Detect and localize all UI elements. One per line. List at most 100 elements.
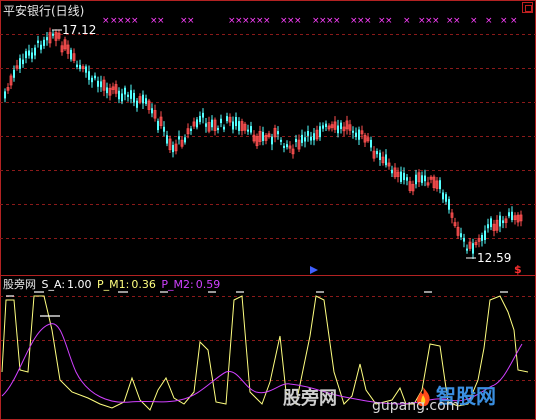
candle-body	[355, 132, 357, 138]
pm2-label: P_M2:	[161, 278, 194, 291]
candle-body	[421, 175, 423, 183]
candle-body	[415, 174, 417, 185]
candle-body	[106, 87, 108, 94]
candle-body	[31, 52, 33, 59]
signal-cross-marker: ×	[364, 16, 372, 26]
candle-body	[445, 194, 447, 202]
indicator-name: 股旁网	[3, 278, 36, 291]
price-grid	[0, 34, 536, 381]
candle-body	[376, 151, 378, 155]
pm2-value: 0.59	[195, 278, 221, 291]
candle-body	[304, 137, 306, 142]
chart-canvas[interactable]: × × × × × × × × × × × × × × × × × × × × × × × × × × × × × × × × × × × × ×	[0, 0, 536, 420]
signal-cross-marker: ×	[102, 16, 110, 26]
candle-body	[19, 58, 21, 69]
candle-body	[490, 218, 492, 228]
candle-body	[472, 243, 474, 254]
candle-body	[283, 145, 285, 148]
candle-body	[271, 136, 273, 145]
candle-body	[310, 136, 312, 141]
candle-body	[70, 49, 72, 60]
signal-cross-marker: ×	[432, 16, 440, 26]
signal-cross-marker: ×	[294, 16, 302, 26]
signal-cross-marker: ×	[157, 16, 165, 26]
candle-body	[223, 126, 225, 130]
candle-body	[235, 116, 237, 127]
sa-label: S_A:	[41, 278, 66, 291]
signal-cross-marker: ×	[403, 16, 411, 26]
candle-body	[301, 134, 303, 143]
indicator-legend: 股旁网 S_A: 1.00 P_M1: 0.36 P_M2: 0.59	[3, 276, 222, 292]
candle-body	[358, 129, 360, 140]
candle-body	[340, 122, 342, 129]
candle-body	[13, 69, 15, 78]
candle-body	[337, 125, 339, 134]
candle-body	[88, 71, 90, 80]
candle-body	[481, 234, 483, 241]
candle-body	[166, 135, 168, 144]
pm1-value: 0.36	[131, 278, 156, 291]
candle-body	[124, 87, 126, 95]
candle-body	[163, 126, 165, 132]
dollar-sign-icon[interactable]: $	[514, 263, 522, 276]
candle-body	[121, 93, 123, 102]
candle-body	[325, 123, 327, 127]
candle-body	[322, 125, 324, 129]
candle-body	[448, 199, 450, 210]
watermark-url: gupang.com	[372, 398, 460, 414]
candle-body	[202, 112, 204, 118]
candle-body	[352, 130, 354, 133]
candle-body	[406, 177, 408, 181]
candle-body	[295, 138, 297, 143]
candle-body	[391, 169, 393, 174]
candle-body	[247, 129, 249, 132]
candlestick-series	[4, 27, 523, 259]
candle-body	[211, 119, 213, 128]
candle-body	[178, 136, 180, 140]
chart-frame	[0, 0, 536, 420]
up-arrow-icon	[310, 266, 318, 274]
candle-body	[91, 77, 93, 83]
candle-body	[220, 118, 222, 124]
candle-body	[94, 75, 96, 79]
candle-body	[484, 230, 486, 240]
candle-body	[499, 215, 501, 227]
signal-cross-marker: ×	[263, 16, 271, 26]
candle-body	[385, 154, 387, 166]
candle-body	[127, 94, 129, 97]
candle-body	[262, 131, 264, 141]
candle-body	[286, 144, 288, 148]
candle-body	[46, 37, 48, 41]
candle-body	[142, 94, 144, 104]
candle-body	[172, 145, 174, 153]
candle-body	[130, 90, 132, 99]
candle-body	[34, 47, 36, 56]
pm1-label: P_M1:	[97, 278, 130, 291]
sa-value: 1.00	[67, 278, 92, 291]
candle-body	[184, 137, 186, 143]
window-title: 平安银行(日线)	[3, 4, 85, 18]
signal-cross-marker: ×	[131, 16, 139, 26]
candle-body	[277, 131, 279, 135]
candle-body	[232, 121, 234, 130]
candle-body	[133, 92, 135, 103]
candle-body	[463, 237, 465, 242]
candle-body	[4, 91, 6, 99]
candle-body	[379, 152, 381, 161]
candle-body	[439, 180, 441, 190]
candle-body	[508, 212, 510, 217]
candle-body	[97, 80, 99, 87]
signal-cross-marker: ×	[333, 16, 341, 26]
low-price-label: 12.59	[477, 251, 512, 265]
candle-body	[157, 120, 159, 131]
high-price-label: 17.12	[62, 23, 97, 37]
candle-body	[151, 108, 153, 114]
close-box-icon[interactable]	[522, 2, 533, 13]
candle-body	[424, 175, 426, 182]
watermark-text: 股旁网	[283, 388, 337, 409]
candle-body	[460, 233, 462, 238]
candle-body	[442, 192, 444, 200]
candle-body	[52, 33, 54, 36]
candle-body	[100, 81, 102, 88]
candle-body	[280, 139, 282, 142]
